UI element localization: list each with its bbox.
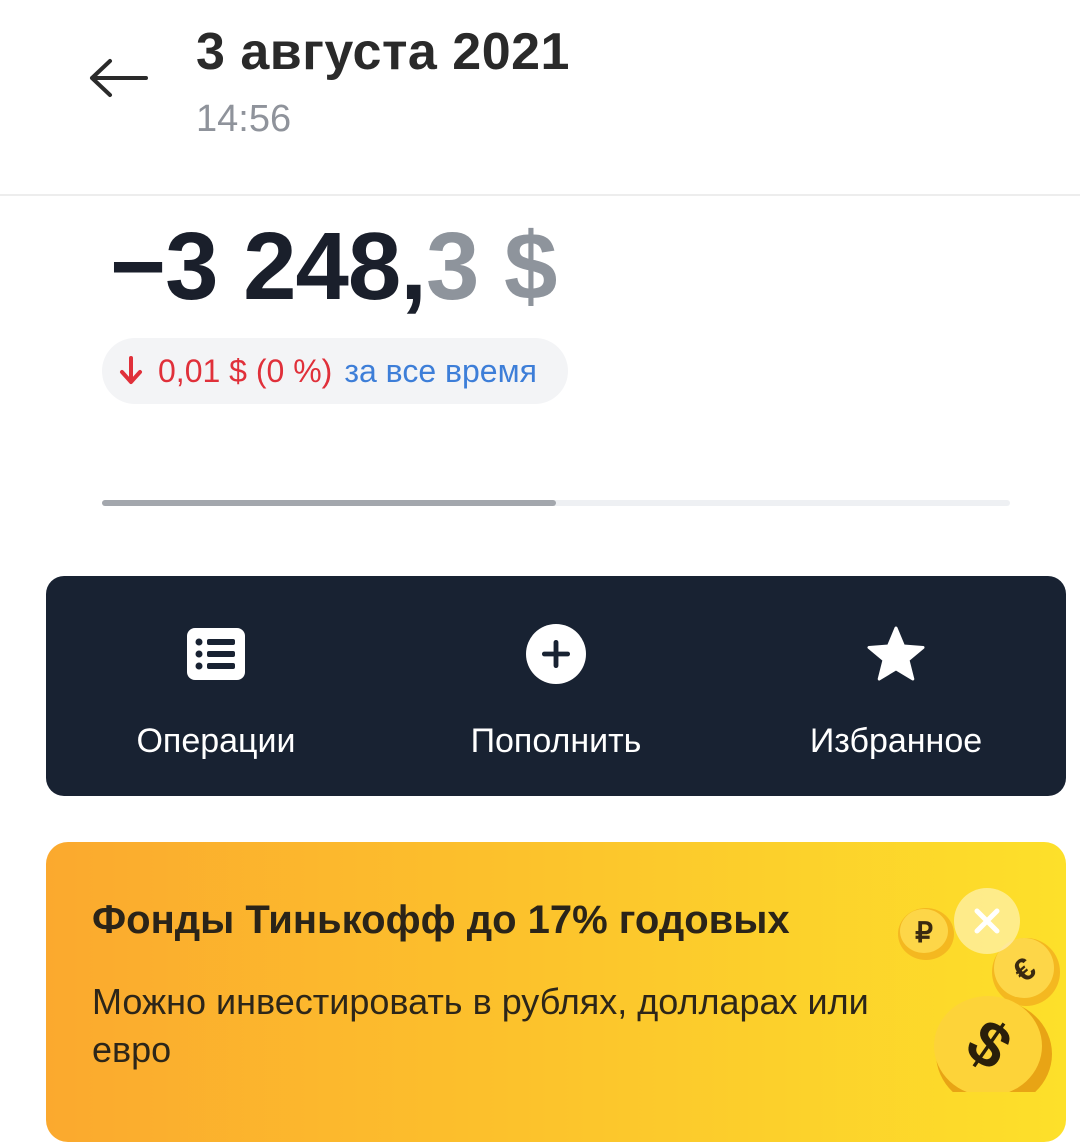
progress-fill: [102, 500, 556, 506]
top-up-label: Пополнить: [470, 722, 642, 760]
dollar-coin-icon: $: [934, 996, 1052, 1092]
change-badge[interactable]: 0,01 $ (0 %) за все время: [102, 338, 568, 404]
plus-circle-icon: [526, 624, 586, 684]
arrow-down-icon: [120, 356, 142, 384]
close-icon: [974, 908, 1000, 934]
balance-integer: −3 248,: [110, 213, 427, 320]
favorites-label: Избранное: [809, 722, 983, 760]
balance-amount: −3 248,3 $: [110, 212, 557, 322]
action-bar: Операции Пополнить Избранное: [46, 576, 1066, 796]
svg-text:₽: ₽: [915, 917, 933, 948]
page-subtitle-time: 14:56: [196, 98, 292, 140]
portfolio-progress-bar: [102, 500, 1010, 506]
balance-fraction: 3 $: [425, 213, 557, 320]
promo-close-button[interactable]: [954, 888, 1020, 954]
operations-button[interactable]: Операции: [46, 576, 386, 796]
star-icon: [866, 624, 926, 684]
list-icon: [186, 624, 246, 684]
promo-banner[interactable]: Фонды Тинькофф до 17% годовых Можно инве…: [46, 842, 1066, 1142]
operations-label: Операции: [136, 722, 296, 760]
promo-title: Фонды Тинькофф до 17% годовых: [92, 898, 790, 942]
ruble-coin-icon: ₽: [898, 908, 954, 960]
change-period-link[interactable]: за все время: [344, 353, 537, 390]
top-up-button[interactable]: Пополнить: [386, 576, 726, 796]
back-button[interactable]: [84, 50, 152, 106]
favorites-button[interactable]: Избранное: [726, 576, 1066, 796]
app-header: 3 августа 2021 14:56: [0, 0, 1080, 196]
change-value: 0,01 $ (0 %): [158, 352, 333, 389]
promo-text: Можно инвестировать в рублях, долларах и…: [92, 981, 869, 1070]
page-title: 3 августа 2021: [196, 23, 570, 81]
arrow-left-icon: [90, 59, 148, 97]
